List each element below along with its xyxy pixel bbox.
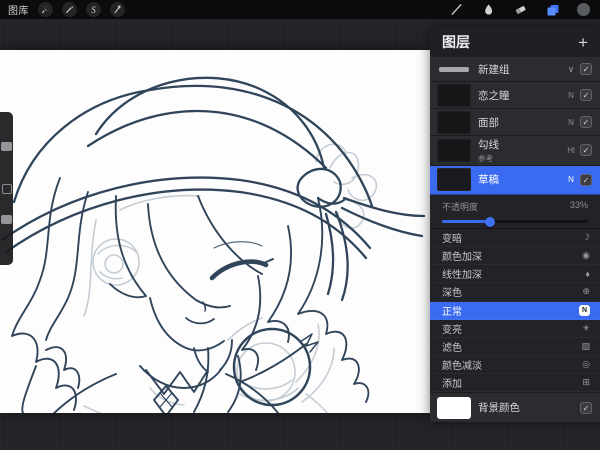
blend-mode-label: 颜色减淡 [442, 361, 482, 373]
modify-button[interactable] [2, 184, 12, 194]
layer-blend-letter[interactable]: N [562, 118, 580, 127]
layer-thumbnail-img [437, 83, 471, 107]
opacity-value: 33% [569, 200, 588, 211]
layer-name: 勾线 [478, 138, 499, 151]
blend-mode-label: 正常 [442, 306, 462, 318]
panel-title: 图层 [442, 34, 470, 51]
group-thumbnail-bar [439, 66, 469, 72]
layer-name-block: 勾线 参考 [478, 137, 562, 164]
layer-blend-letter[interactable]: N [562, 175, 580, 184]
blend-mode-label: 变亮 [442, 324, 462, 336]
brush-sidebar [0, 112, 13, 265]
blend-mode-darken[interactable]: 变暗 ☽ [430, 228, 600, 248]
blend-mode-label: 线性加深 [442, 270, 482, 282]
blend-mode-normal-selected[interactable]: 正常 N [430, 301, 600, 320]
blend-mode-screen[interactable]: 滤色 ▨ [430, 337, 600, 357]
layer-thumbnail-img [437, 138, 471, 162]
actions-wrench-icon[interactable] [38, 2, 53, 17]
brush-size-slider[interactable] [1, 142, 12, 151]
layer-visibility-checkbox[interactable]: ✓ [580, 173, 592, 186]
layer-row[interactable]: 面部 N ✓ [430, 109, 600, 136]
layer-thumbnail [430, 168, 478, 192]
blend-mode-linear-burn[interactable]: 线性加深 ♦ [430, 265, 600, 284]
group-name: 新建组 [478, 63, 510, 76]
selection-icon[interactable]: S [86, 2, 101, 17]
background-color-swatch[interactable] [437, 396, 471, 419]
chevron-down-icon[interactable]: ∨ [562, 64, 580, 75]
layer-row-selected[interactable]: 草稿 N ✓ [430, 165, 600, 196]
layers-panel: 图层 + 新建组 ∨ ✓ 恋之瞳 N ✓ 面部 N ✓ 勾线 参考 Hl ✓ 草… [430, 28, 600, 423]
brush-icon[interactable] [449, 2, 464, 17]
layer-row[interactable]: 恋之瞳 N ✓ [430, 82, 600, 110]
screen-hatch-icon: ▨ [581, 340, 590, 351]
lighten-sun-icon: ☀ [581, 322, 590, 333]
linear-burn-icon: ♦ [585, 268, 590, 279]
layer-thumbnail-img [437, 110, 471, 134]
group-visibility-checkbox[interactable]: ✓ [580, 63, 592, 76]
canvas[interactable] [0, 50, 430, 413]
darken-moon-icon: ☽ [581, 231, 590, 242]
brush-opacity-slider[interactable] [1, 215, 12, 224]
top-toolbar: 图库 S [0, 0, 600, 19]
layer-thumbnail [430, 110, 478, 134]
layer-group-row[interactable]: 新建组 ∨ ✓ [430, 56, 600, 83]
layers-panel-header: 图层 + [430, 28, 600, 57]
background-visibility-checkbox[interactable]: ✓ [580, 401, 592, 414]
layers-icon[interactable] [545, 2, 560, 17]
add-plus-icon: ⊞ [582, 377, 590, 388]
blend-mode-label: 变暗 [442, 233, 462, 245]
layer-subtitle: 参考 [478, 153, 493, 163]
layer-name: 面部 [478, 116, 499, 129]
add-layer-button[interactable]: + [578, 34, 588, 51]
blend-mode-color-burn[interactable]: 颜色加深 ◉ [430, 247, 600, 266]
eraser-icon[interactable] [513, 2, 528, 17]
layer-thumbnail-img [437, 168, 471, 192]
blend-mode-label: 添加 [442, 379, 462, 391]
current-color-swatch[interactable] [577, 3, 590, 16]
blend-mode-darker-color[interactable]: 深色 ⊕ [430, 283, 600, 302]
blend-mode-lighten[interactable]: 变亮 ☀ [430, 319, 600, 338]
blend-mode-label: 深色 [442, 288, 462, 300]
layer-name: 草稿 [478, 174, 499, 187]
darker-color-icon: ⊕ [582, 286, 590, 297]
background-color-row[interactable]: 背景颜色 ✓ [430, 392, 600, 423]
blend-mode-add[interactable]: 添加 ⊞ [430, 374, 600, 393]
artwork-sketch [0, 76, 426, 413]
layer-blend-letter[interactable]: N [562, 91, 580, 100]
background-color-label: 背景颜色 [478, 402, 520, 415]
layer-visibility-checkbox[interactable]: ✓ [580, 144, 592, 157]
layer-visibility-checkbox[interactable]: ✓ [580, 89, 592, 102]
color-dodge-icon: ◎ [582, 359, 590, 370]
transform-arrow-icon[interactable] [110, 2, 125, 17]
layer-blend-letter[interactable]: Hl [562, 146, 580, 155]
group-thumbnail [430, 66, 478, 72]
adjustments-wand-icon[interactable] [62, 2, 77, 17]
normal-badge: N [579, 304, 590, 316]
opacity-slider-knob[interactable] [485, 216, 496, 227]
layer-name: 恋之瞳 [478, 89, 510, 102]
layer-row[interactable]: 勾线 参考 Hl ✓ [430, 135, 600, 166]
color-burn-icon: ◉ [582, 250, 590, 261]
opacity-slider-fill [442, 220, 491, 224]
blend-mode-label: 滤色 [442, 342, 462, 354]
smudge-icon[interactable] [481, 2, 496, 17]
opacity-slider[interactable] [442, 216, 588, 227]
opacity-label: 不透明度 [442, 202, 479, 213]
blend-mode-color-dodge[interactable]: 颜色减淡 ◎ [430, 356, 600, 375]
layer-thumbnail [430, 83, 478, 107]
opacity-section: 不透明度 33% [430, 195, 600, 229]
layer-visibility-checkbox[interactable]: ✓ [580, 116, 592, 129]
blend-mode-label: 颜色加深 [442, 252, 482, 264]
layer-thumbnail [430, 138, 478, 162]
gallery-button[interactable]: 图库 [8, 2, 29, 17]
